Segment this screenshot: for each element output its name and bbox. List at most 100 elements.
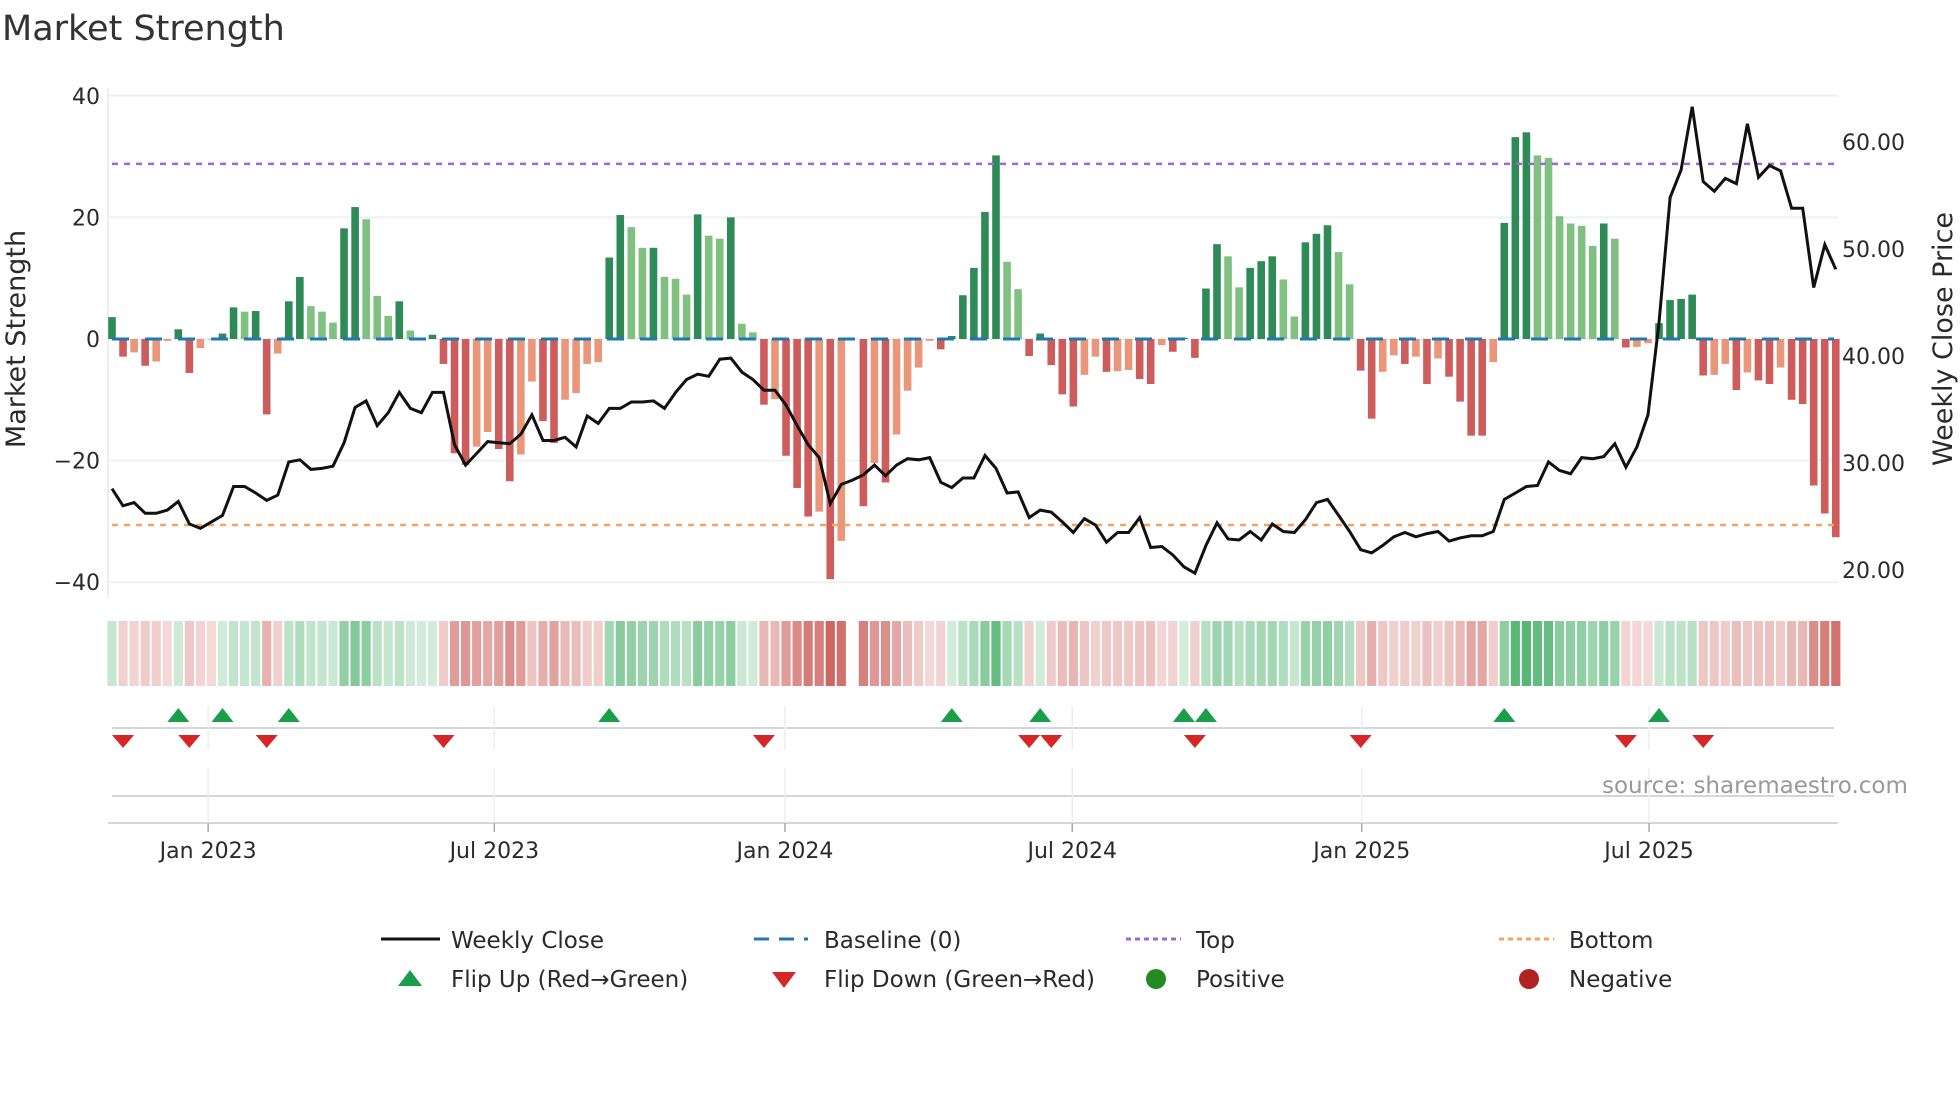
positive-bar (318, 311, 326, 339)
negative-strip-cell (273, 621, 283, 686)
negative-bar (1445, 339, 1453, 377)
negative-strip-cell (914, 621, 924, 686)
positive-dot-icon (1146, 969, 1166, 989)
negative-strip-cell (781, 621, 791, 686)
negative-bar (1412, 339, 1420, 357)
positive-strip-cell (217, 621, 228, 686)
positive-bar (351, 207, 359, 339)
negative-bar (881, 339, 890, 483)
negative-bar (826, 339, 835, 580)
negative-bar (1732, 339, 1741, 391)
positive-bar (649, 247, 658, 339)
positive-bar (1003, 261, 1011, 339)
legend-weekly-close-label: Weekly Close (451, 928, 604, 954)
positive-bar (715, 238, 724, 339)
positive-bar (959, 295, 967, 339)
negative-strip-cell (1057, 621, 1067, 686)
negative-strip-cell (1101, 621, 1112, 686)
positive-strip-cell (1300, 621, 1310, 686)
negative-bar (1191, 339, 1199, 358)
positive-strip-cell (748, 621, 758, 686)
negative-bar (892, 339, 901, 435)
positive-bar (329, 322, 337, 339)
positive-strip-cell (737, 621, 747, 686)
positive-strip-cell (693, 621, 703, 686)
negative-strip-cell (472, 621, 482, 686)
negative-bar (782, 339, 790, 456)
negative-strip-cell (1621, 621, 1631, 686)
positive-strip-cell (958, 621, 968, 686)
negative-strip-cell (770, 621, 780, 686)
positive-strip-cell (394, 621, 404, 686)
positive-bar (1500, 222, 1509, 339)
positive-bar (605, 257, 614, 339)
flip-up-marker (1194, 708, 1217, 722)
flip-down-marker (1040, 735, 1063, 748)
negative-strip-cell (1024, 621, 1034, 686)
negative-bar (1489, 339, 1498, 363)
positive-strip-cell (1654, 621, 1664, 686)
positive-bar (682, 294, 691, 339)
positive-bar (1213, 244, 1221, 339)
negative-strip-cell (858, 621, 868, 686)
negative-bar (594, 339, 602, 363)
positive-strip-cell (648, 621, 659, 686)
negative-bar (561, 339, 569, 400)
positive-bar (1544, 157, 1553, 339)
positive-strip-cell (251, 621, 261, 686)
negative-bar (494, 339, 503, 450)
positive-bar (1588, 245, 1597, 339)
negative-bar (1080, 339, 1089, 375)
positive-bar (1014, 289, 1022, 339)
negative-bar (859, 339, 868, 507)
positive-strip-cell (1521, 621, 1531, 686)
positive-strip-cell (339, 621, 349, 686)
positive-strip-cell (1333, 621, 1344, 686)
negative-strip-cell (814, 621, 824, 686)
negative-bar (528, 339, 536, 382)
negative-strip-cell (1632, 621, 1642, 686)
positive-bar (1224, 256, 1232, 339)
positive-bar (970, 267, 978, 339)
negative-strip-cell (1079, 621, 1089, 686)
x-tick-label: Jan 2024 (734, 839, 833, 864)
negative-bar (1776, 339, 1785, 368)
negative-strip-cell (1488, 621, 1498, 686)
positive-bar (1555, 216, 1564, 339)
negative-strip-cell (1787, 621, 1797, 686)
negative-strip-cell (1411, 621, 1421, 686)
positive-strip-cell (383, 621, 393, 686)
legend-positive-label: Positive (1196, 967, 1285, 993)
y2-tick-label: 20.00 (1842, 559, 1905, 584)
negative-strip-cell (1775, 621, 1786, 686)
legend: Weekly Close Baseline (0) Top Bottom Fli… (381, 928, 1672, 993)
y2-tick-label: 30.00 (1842, 452, 1905, 477)
x-tick-label: Jan 2023 (158, 839, 257, 864)
negative-bar (572, 339, 580, 394)
negative-bar (925, 339, 934, 341)
negative-bar (1754, 339, 1763, 381)
negative-strip-cell (449, 621, 460, 686)
negative-strip-cell (206, 621, 217, 686)
y-tick-label: 0 (86, 328, 100, 353)
y-tick-label: −20 (54, 450, 100, 475)
legend-flip-up-label: Flip Up (Red→Green) (451, 967, 688, 993)
flip-down-marker (1692, 735, 1715, 748)
positive-strip-cell (416, 621, 426, 686)
flip-up-marker (940, 708, 963, 722)
positive-strip-cell (173, 621, 183, 686)
strength-heat-strip (107, 621, 1841, 686)
positive-strip-cell (726, 621, 736, 686)
positive-bar (1677, 298, 1685, 339)
positive-strip-cell (615, 621, 625, 686)
positive-strip-cell (1345, 621, 1355, 686)
positive-strip-cell (1510, 621, 1520, 686)
positive-strip-cell (637, 621, 647, 686)
negative-strip-cell (1466, 621, 1476, 686)
negative-bar (1699, 339, 1707, 376)
negative-bar (914, 339, 923, 368)
negative-bar (196, 339, 205, 349)
positive-strip-cell (1499, 621, 1509, 686)
negative-strip-cell (538, 621, 548, 686)
negative-strip-cell (262, 621, 272, 686)
